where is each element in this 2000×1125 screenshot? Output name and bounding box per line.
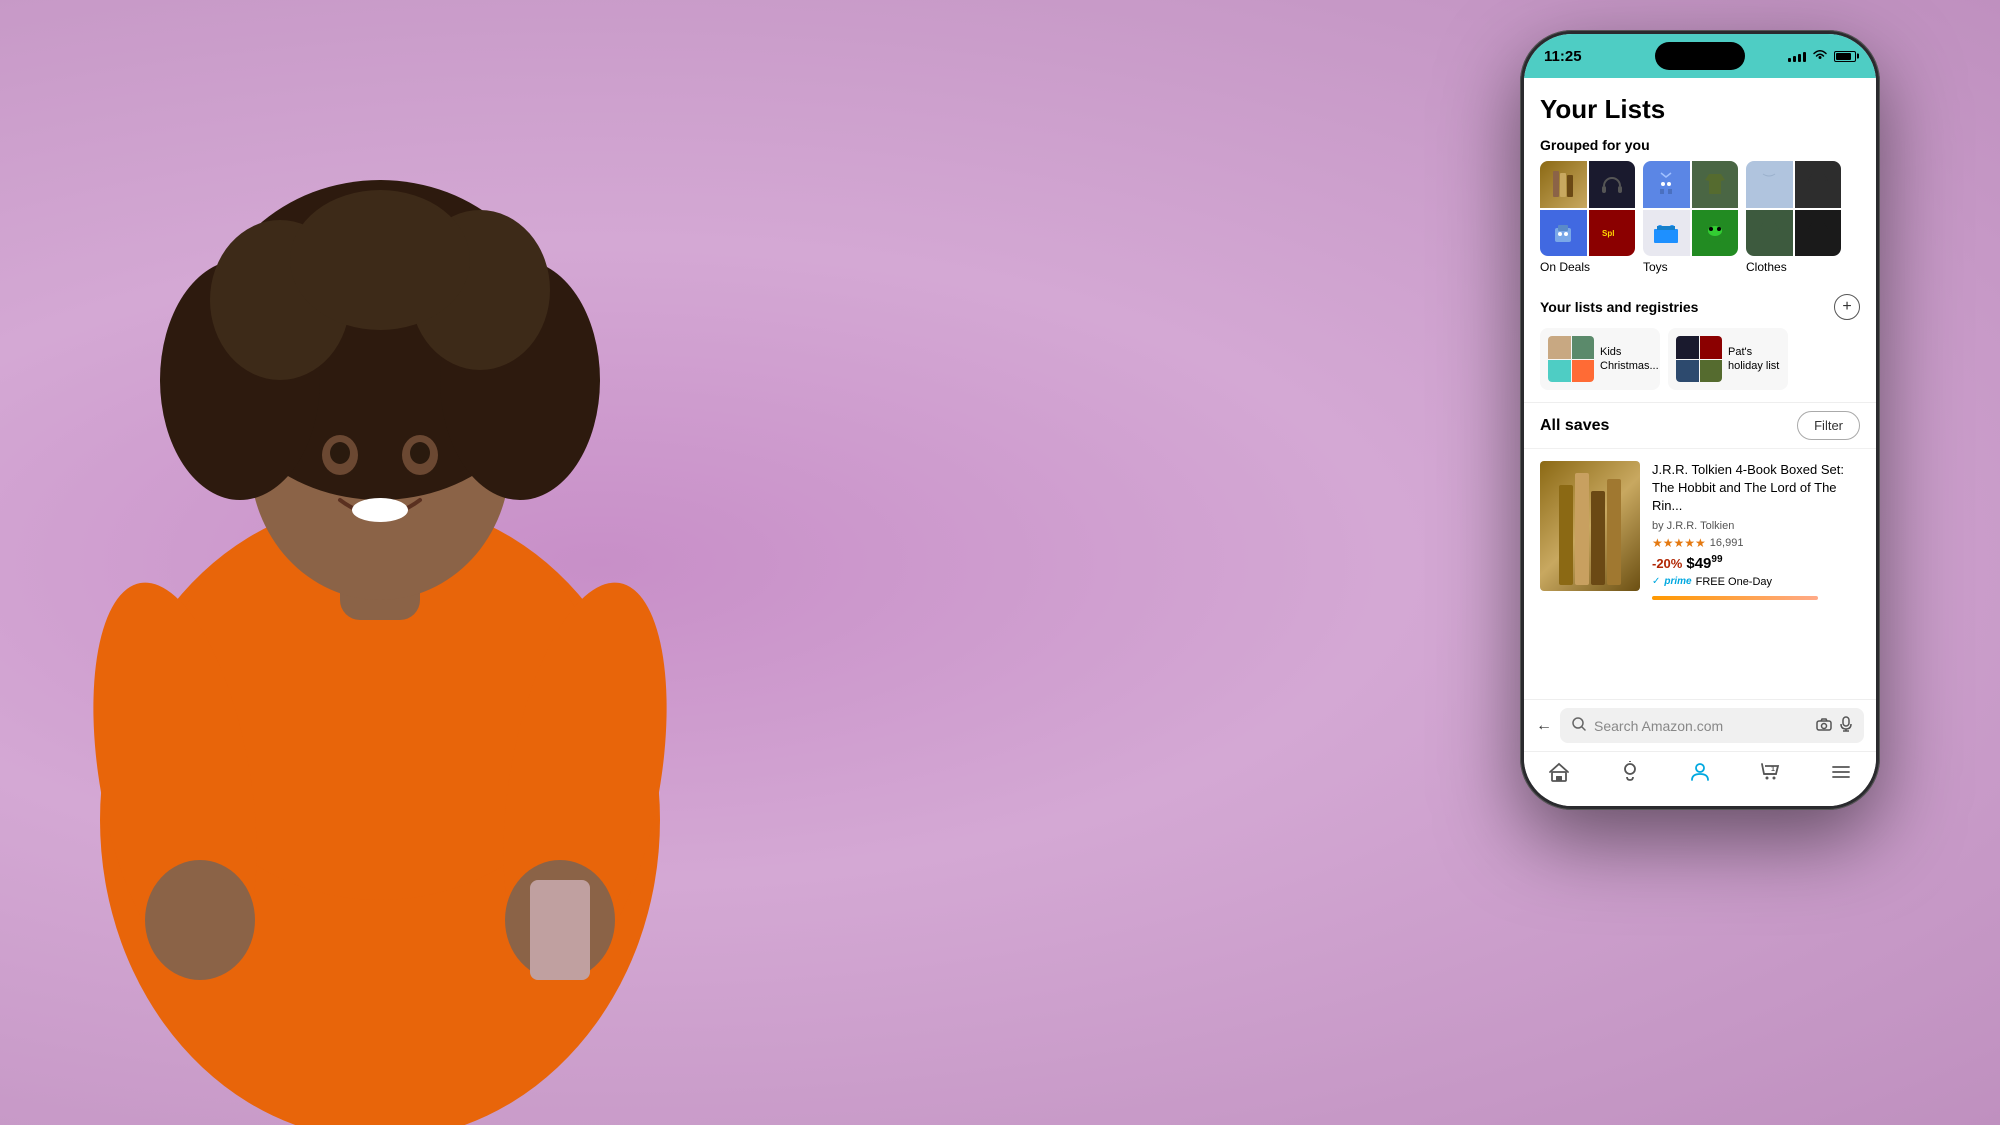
person-photo xyxy=(0,0,820,1125)
pat-list-thumb xyxy=(1676,336,1722,382)
phone-inner: 11:25 xyxy=(1524,34,1876,806)
review-count: 16,991 xyxy=(1710,537,1744,549)
bottom-nav: 1 xyxy=(1524,751,1876,806)
lists-header: Your Lists xyxy=(1524,78,1876,133)
lightbulb-icon xyxy=(1618,760,1642,790)
profile-icon xyxy=(1688,760,1712,790)
product-author: by J.R.R. Tolkien xyxy=(1652,520,1860,532)
menu-icon xyxy=(1829,760,1853,790)
list-cards-row[interactable]: Kids Christmas... Pat's holiday list xyxy=(1524,328,1876,402)
battery-icon xyxy=(1834,51,1856,62)
grouped-images-toys xyxy=(1643,161,1738,256)
status-bar: 11:25 xyxy=(1524,34,1876,78)
list-card-kids[interactable]: Kids Christmas... xyxy=(1540,328,1660,390)
phone-mockup: 11:25 xyxy=(1520,30,1880,810)
grouped-section-title: Grouped for you xyxy=(1524,133,1876,161)
nav-more[interactable] xyxy=(1829,760,1853,790)
grouped-images-deals: Spl xyxy=(1540,161,1635,256)
list-card-pat[interactable]: Pat's holiday list xyxy=(1668,328,1788,390)
product-price: $4999 xyxy=(1686,554,1722,572)
product-image xyxy=(1540,461,1640,591)
status-time: 11:25 xyxy=(1544,48,1582,65)
nav-profile[interactable] xyxy=(1688,760,1712,790)
nav-cart[interactable]: 1 xyxy=(1758,760,1782,790)
signal-icon xyxy=(1788,50,1806,62)
back-arrow[interactable]: ← xyxy=(1536,717,1552,735)
prime-badge: prime xyxy=(1664,576,1691,587)
category-label-toys: Toys xyxy=(1643,260,1738,274)
all-saves-title: All saves xyxy=(1540,417,1609,435)
search-bar-container: ← Search Amazon.com xyxy=(1524,699,1876,751)
status-icons xyxy=(1788,48,1856,64)
grouped-card-deals[interactable]: Spl On Deals xyxy=(1540,161,1635,274)
search-bar[interactable]: Search Amazon.com xyxy=(1560,708,1864,743)
kids-list-thumb xyxy=(1548,336,1594,382)
lists-registries-header: Your lists and registries + xyxy=(1524,286,1876,328)
lists-registries-title: Your lists and registries xyxy=(1540,299,1698,315)
dynamic-island xyxy=(1655,42,1745,70)
search-icon xyxy=(1572,717,1586,734)
cart-icon: 1 xyxy=(1758,760,1782,790)
star-rating: ★★★★★ xyxy=(1652,536,1706,550)
phone-outer: 11:25 xyxy=(1520,30,1880,810)
wifi-icon xyxy=(1812,48,1828,64)
pat-list-name: Pat's holiday list xyxy=(1728,345,1780,374)
grouped-card-toys[interactable]: Toys xyxy=(1643,161,1738,274)
category-label-clothes: Clothes xyxy=(1746,260,1841,274)
delivery-text: FREE One-Day xyxy=(1696,576,1772,588)
search-input[interactable]: Search Amazon.com xyxy=(1594,718,1808,734)
phone-content[interactable]: Your Lists Grouped for you xyxy=(1524,78,1876,699)
category-label-deals: On Deals xyxy=(1540,260,1635,274)
mic-icon[interactable] xyxy=(1840,716,1852,735)
svg-text:1: 1 xyxy=(1771,766,1775,773)
grouped-grid[interactable]: Spl On Deals xyxy=(1524,161,1876,286)
add-to-cart-bar[interactable] xyxy=(1652,596,1818,600)
grouped-card-clothes[interactable]: Clothes xyxy=(1746,161,1841,274)
nav-inspire[interactable] xyxy=(1618,760,1642,790)
product-title: J.R.R. Tolkien 4-Book Boxed Set: The Hob… xyxy=(1652,461,1860,516)
product-info: J.R.R. Tolkien 4-Book Boxed Set: The Hob… xyxy=(1652,461,1860,600)
add-list-button[interactable]: + xyxy=(1834,294,1860,320)
all-saves-header: All saves Filter xyxy=(1524,402,1876,448)
camera-icon[interactable] xyxy=(1816,717,1832,734)
nav-home[interactable] xyxy=(1547,760,1571,790)
prime-row: ✓ prime FREE One-Day xyxy=(1652,576,1860,588)
stars-row: ★★★★★ 16,991 xyxy=(1652,536,1860,550)
filter-button[interactable]: Filter xyxy=(1797,411,1860,440)
home-icon xyxy=(1547,760,1571,790)
page-title: Your Lists xyxy=(1540,94,1860,125)
product-card[interactable]: J.R.R. Tolkien 4-Book Boxed Set: The Hob… xyxy=(1524,448,1876,612)
discount-badge: -20% xyxy=(1652,556,1682,571)
svg-text:Spl: Spl xyxy=(1602,229,1614,238)
price-row: -20% $4999 xyxy=(1652,554,1860,572)
kids-list-name: Kids Christmas... xyxy=(1600,345,1659,374)
grouped-images-clothes xyxy=(1746,161,1841,256)
